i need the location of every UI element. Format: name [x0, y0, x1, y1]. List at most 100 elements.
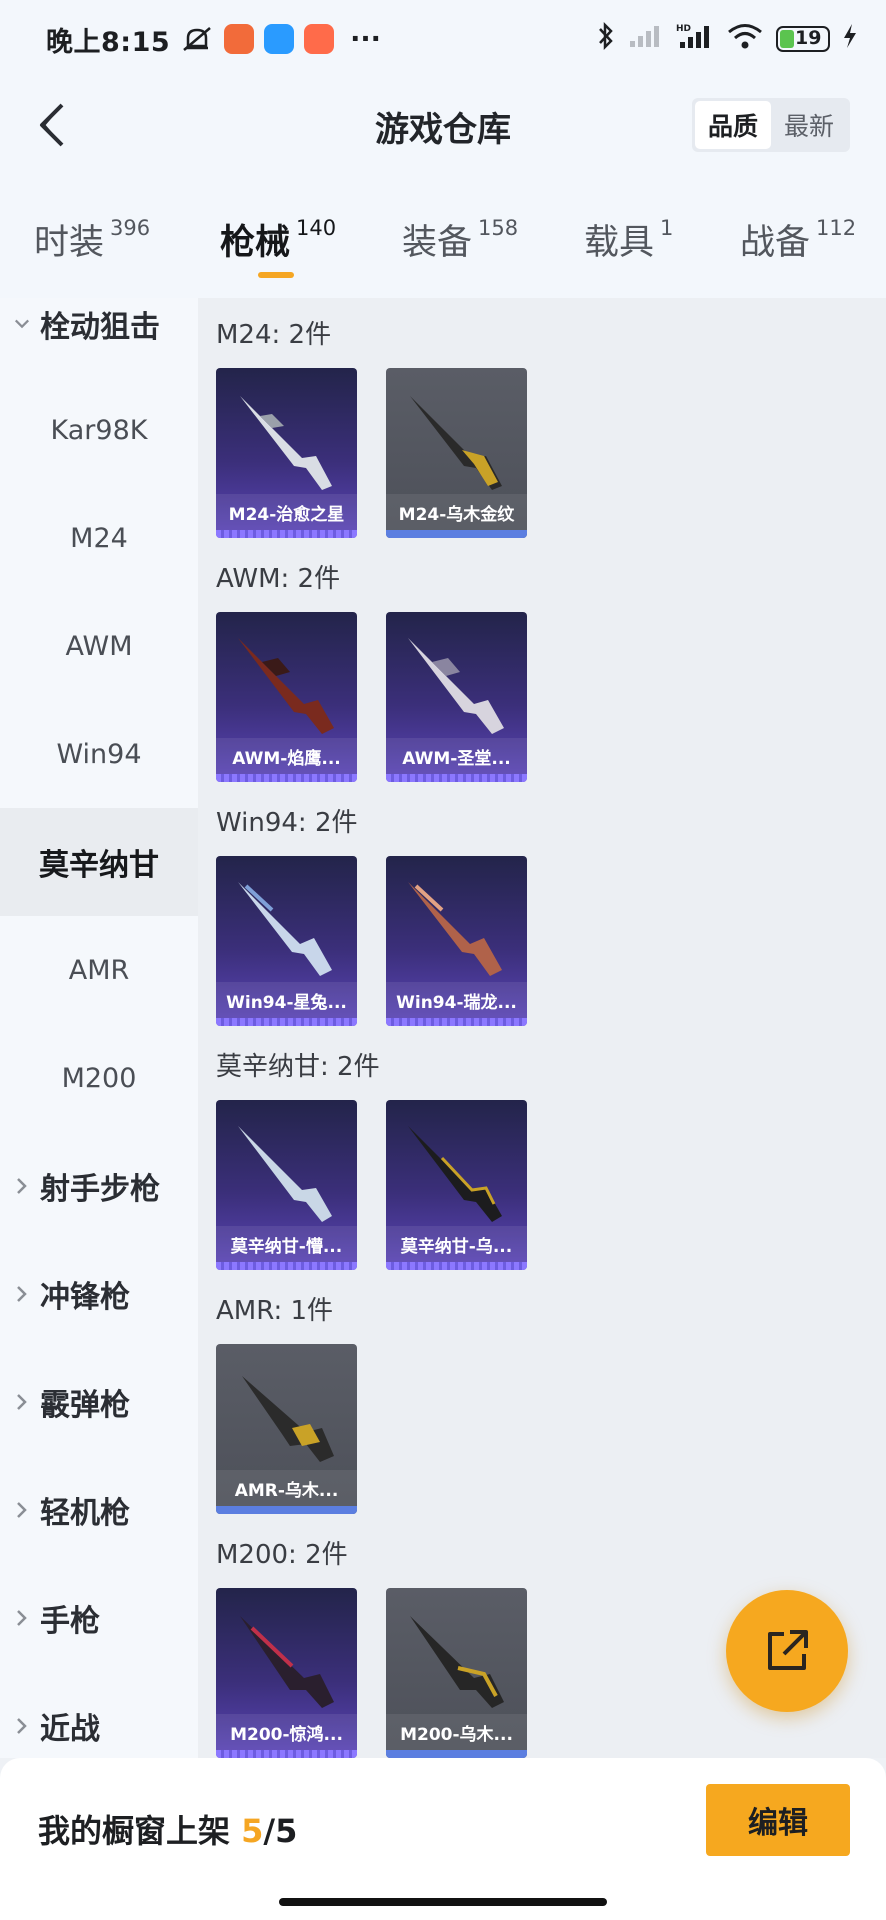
group-title: M24: 2件 [216, 320, 332, 350]
lever-rifle-icon [238, 882, 332, 976]
chevron-down-icon [0, 318, 30, 330]
item-card[interactable]: AMR-乌木... [216, 1344, 357, 1514]
quality-bar [386, 1018, 527, 1026]
sidebar-category-label: 近战 [40, 1712, 100, 1747]
sidebar-item-mosin[interactable]: 莫辛纳甘 [0, 808, 198, 916]
sidebar-category-lmg[interactable]: 轻机枪 [0, 1456, 198, 1564]
chevron-right-icon [0, 1717, 30, 1735]
item-grid: M24: 2件 M24-治愈之星 M24-乌木金纹 AWM: 2件 AWM-焰鹰… [198, 298, 886, 1758]
tab-label: 枪械 [220, 223, 291, 263]
quality-bar [386, 774, 527, 782]
item-name: 莫辛纳甘-懵... [216, 1226, 357, 1262]
quality-bar [216, 1750, 357, 1758]
tab-count: 1 [660, 216, 674, 240]
header: 游戏仓库 品质 最新 [0, 78, 886, 174]
svg-text:HD: HD [676, 24, 691, 34]
sidebar-item-amr[interactable]: AMR [0, 916, 198, 1024]
chevron-right-icon [0, 1609, 30, 1627]
sidebar-category-bolt-sniper[interactable]: 栓动狙击 [0, 270, 198, 378]
chevron-right-icon [0, 1393, 30, 1411]
sidebar: 栓动狙击 Kar98K M24 AWM Win94 莫辛纳甘 AMR M200 … [0, 298, 198, 1758]
chevron-right-icon [0, 1285, 30, 1303]
sidebar-item-win94[interactable]: Win94 [0, 700, 198, 808]
sort-toggle: 品质 最新 [692, 98, 850, 152]
sidebar-category-label: 栓动狙击 [40, 310, 160, 345]
sidebar-category-smg[interactable]: 冲锋枪 [0, 1240, 198, 1348]
shelf-status: 我的橱窗上架 5/5 [38, 1806, 297, 1852]
sidebar-category-dmr[interactable]: 射手步枪 [0, 1132, 198, 1240]
tab-equipment[interactable]: 装备 158 [402, 214, 518, 265]
chevron-right-icon [0, 1177, 30, 1195]
item-card[interactable]: Win94-瑞龙... [386, 856, 527, 1026]
sniper-rifle-icon [408, 1126, 502, 1222]
tab-count: 396 [110, 216, 151, 240]
lever-rifle-icon [408, 882, 502, 976]
group-title: AWM: 2件 [216, 564, 341, 594]
item-card[interactable]: Win94-星兔... [216, 856, 357, 1026]
sidebar-category-label: 轻机枪 [40, 1496, 130, 1531]
sidebar-category-pistol[interactable]: 手枪 [0, 1564, 198, 1672]
home-indicator[interactable] [279, 1898, 607, 1906]
shelf-total-count: /5 [263, 1812, 298, 1850]
sniper-rifle-icon [238, 638, 334, 734]
tab-label: 时装 [34, 223, 105, 263]
item-name: Win94-星兔... [216, 982, 357, 1018]
tab-vehicles[interactable]: 载具 1 [584, 214, 673, 265]
share-button[interactable] [726, 1590, 848, 1712]
tab-guns[interactable]: 枪械 140 [220, 214, 336, 265]
sort-quality-option[interactable]: 品质 [695, 101, 771, 149]
app-notification-icon [304, 24, 335, 54]
sidebar-item-m24[interactable]: M24 [0, 484, 198, 592]
item-card[interactable]: M24-治愈之星 [216, 368, 357, 538]
sniper-rifle-icon [240, 396, 332, 490]
sidebar-item-awm[interactable]: AWM [0, 592, 198, 700]
chevron-right-icon [0, 1501, 30, 1519]
group-title: Win94: 2件 [216, 808, 358, 838]
sniper-rifle-icon [238, 1126, 332, 1222]
sidebar-category-label: 霰弹枪 [40, 1388, 130, 1423]
quality-bar [386, 1750, 527, 1758]
item-card[interactable]: AWM-焰鹰... [216, 612, 357, 782]
item-name: M200-惊鸿... [216, 1714, 357, 1750]
group-title: 莫辛纳甘: 2件 [216, 1052, 380, 1082]
sort-newest-option[interactable]: 最新 [771, 101, 847, 149]
item-name: 莫辛纳甘-乌... [386, 1226, 527, 1262]
quality-bar [216, 1506, 357, 1514]
sidebar-item-m200[interactable]: M200 [0, 1024, 198, 1132]
tab-fashion[interactable]: 时装 396 [34, 214, 150, 265]
group-title: AMR: 1件 [216, 1296, 334, 1326]
anti-materiel-rifle-icon [242, 1376, 334, 1462]
more-notifications-icon: ··· [350, 23, 381, 55]
sniper-rifle-icon [410, 1616, 504, 1708]
sniper-rifle-icon [240, 1616, 334, 1708]
tab-label: 装备 [402, 223, 473, 263]
edit-button[interactable]: 编辑 [706, 1784, 850, 1856]
sidebar-category-label: 冲锋枪 [40, 1280, 130, 1315]
active-tab-indicator [258, 272, 294, 278]
sidebar-category-label: 射手步枪 [40, 1172, 160, 1207]
item-card[interactable]: AWM-圣堂... [386, 612, 527, 782]
battery-level: 19 [795, 27, 822, 49]
item-card[interactable]: M200-惊鸿... [216, 1588, 357, 1758]
app-notification-icon [264, 24, 295, 54]
sniper-rifle-icon [410, 396, 502, 490]
quality-bar [216, 774, 357, 782]
item-card[interactable]: M200-乌木... [386, 1588, 527, 1758]
item-name: AWM-圣堂... [386, 738, 527, 774]
tab-count: 112 [816, 216, 857, 240]
item-card[interactable]: 莫辛纳甘-懵... [216, 1100, 357, 1270]
quality-bar [216, 1018, 357, 1026]
item-name: M24-乌木金纹 [386, 494, 527, 530]
sidebar-category-shotgun[interactable]: 霰弹枪 [0, 1348, 198, 1456]
item-name: M24-治愈之星 [216, 494, 357, 530]
app-notification-icon [224, 24, 255, 54]
item-card[interactable]: M24-乌木金纹 [386, 368, 527, 538]
signal-icon [628, 23, 664, 56]
quality-bar [386, 1262, 527, 1270]
tab-count: 158 [478, 216, 519, 240]
sidebar-item-kar98k[interactable]: Kar98K [0, 376, 198, 484]
item-card[interactable]: 莫辛纳甘-乌... [386, 1100, 527, 1270]
shelf-label: 我的橱窗上架 [38, 1812, 231, 1850]
tab-gear[interactable]: 战备 112 [740, 214, 856, 265]
signal-hd-icon: HD [676, 22, 714, 57]
